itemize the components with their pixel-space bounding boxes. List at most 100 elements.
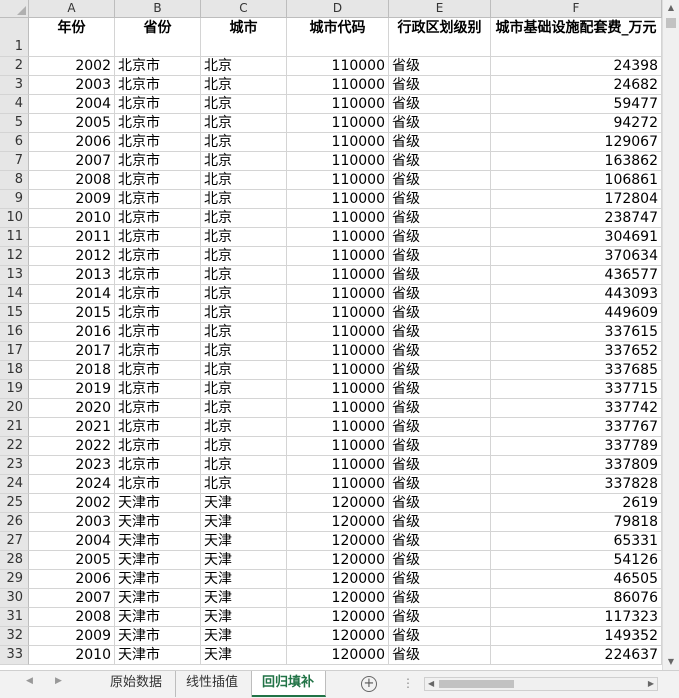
row-number[interactable]: 24 bbox=[0, 475, 29, 494]
cell[interactable]: 110000 bbox=[287, 342, 389, 361]
cell[interactable]: 省级 bbox=[389, 133, 491, 152]
cell[interactable]: 省级 bbox=[389, 57, 491, 76]
cell[interactable]: 2010 bbox=[29, 646, 115, 665]
row-number[interactable]: 22 bbox=[0, 437, 29, 456]
cell[interactable]: 2005 bbox=[29, 551, 115, 570]
cell[interactable]: 天津 bbox=[201, 608, 287, 627]
cell[interactable]: 北京 bbox=[201, 304, 287, 323]
cell[interactable]: 省级 bbox=[389, 494, 491, 513]
cell[interactable]: 北京 bbox=[201, 285, 287, 304]
cell[interactable]: 110000 bbox=[287, 399, 389, 418]
header-cell[interactable]: 年份 bbox=[29, 18, 115, 57]
cell[interactable]: 省级 bbox=[389, 551, 491, 570]
cell[interactable]: 北京市 bbox=[115, 475, 201, 494]
cell[interactable]: 省级 bbox=[389, 532, 491, 551]
row-number[interactable]: 12 bbox=[0, 247, 29, 266]
row-number[interactable]: 3 bbox=[0, 76, 29, 95]
cell[interactable]: 天津 bbox=[201, 646, 287, 665]
cell[interactable]: 北京 bbox=[201, 342, 287, 361]
cell[interactable]: 北京 bbox=[201, 190, 287, 209]
row-number[interactable]: 4 bbox=[0, 95, 29, 114]
cell[interactable]: 110000 bbox=[287, 418, 389, 437]
cell[interactable]: 北京市 bbox=[115, 95, 201, 114]
cell[interactable]: 59477 bbox=[491, 95, 662, 114]
cell[interactable]: 省级 bbox=[389, 152, 491, 171]
cell[interactable]: 337685 bbox=[491, 361, 662, 380]
cell[interactable]: 2011 bbox=[29, 228, 115, 247]
cell[interactable]: 北京 bbox=[201, 133, 287, 152]
cell[interactable]: 304691 bbox=[491, 228, 662, 247]
row-number[interactable]: 7 bbox=[0, 152, 29, 171]
cell[interactable]: 110000 bbox=[287, 380, 389, 399]
cell[interactable]: 2007 bbox=[29, 589, 115, 608]
cell[interactable]: 110000 bbox=[287, 171, 389, 190]
header-cell[interactable]: 城市 bbox=[201, 18, 287, 57]
vertical-scrollbar[interactable]: ▲ ▼ bbox=[662, 0, 679, 670]
cell[interactable]: 天津市 bbox=[115, 589, 201, 608]
row-number[interactable]: 2 bbox=[0, 57, 29, 76]
header-cell[interactable]: 省份 bbox=[115, 18, 201, 57]
cell[interactable]: 2023 bbox=[29, 456, 115, 475]
cell[interactable]: 北京市 bbox=[115, 171, 201, 190]
row-number[interactable]: 1 bbox=[0, 18, 29, 57]
row-number[interactable]: 33 bbox=[0, 646, 29, 665]
cell[interactable]: 省级 bbox=[389, 95, 491, 114]
cell[interactable]: 110000 bbox=[287, 266, 389, 285]
column-header-a[interactable]: A bbox=[29, 0, 115, 17]
cell[interactable]: 2013 bbox=[29, 266, 115, 285]
cell[interactable]: 110000 bbox=[287, 95, 389, 114]
cell[interactable]: 110000 bbox=[287, 190, 389, 209]
cell[interactable]: 省级 bbox=[389, 342, 491, 361]
cell[interactable]: 449609 bbox=[491, 304, 662, 323]
cell[interactable]: 天津 bbox=[201, 494, 287, 513]
cell[interactable]: 省级 bbox=[389, 304, 491, 323]
select-all-corner[interactable] bbox=[0, 0, 29, 17]
cell[interactable]: 北京 bbox=[201, 437, 287, 456]
row-number[interactable]: 9 bbox=[0, 190, 29, 209]
cell[interactable]: 2009 bbox=[29, 627, 115, 646]
cell[interactable]: 2002 bbox=[29, 494, 115, 513]
scroll-up-arrow-icon[interactable]: ▲ bbox=[663, 0, 679, 16]
cell[interactable]: 省级 bbox=[389, 646, 491, 665]
cell[interactable]: 2010 bbox=[29, 209, 115, 228]
cell[interactable]: 86076 bbox=[491, 589, 662, 608]
row-number[interactable]: 20 bbox=[0, 399, 29, 418]
cell[interactable]: 天津 bbox=[201, 570, 287, 589]
sheet-tab[interactable]: 回归填补 bbox=[252, 671, 326, 697]
row-number[interactable]: 5 bbox=[0, 114, 29, 133]
cell[interactable]: 天津市 bbox=[115, 627, 201, 646]
sheet-tab[interactable]: 原始数据 bbox=[100, 671, 176, 697]
cell[interactable]: 省级 bbox=[389, 475, 491, 494]
cell[interactable]: 2009 bbox=[29, 190, 115, 209]
cell[interactable]: 省级 bbox=[389, 608, 491, 627]
cell[interactable]: 443093 bbox=[491, 285, 662, 304]
row-number[interactable]: 6 bbox=[0, 133, 29, 152]
row-number[interactable]: 30 bbox=[0, 589, 29, 608]
cell[interactable]: 天津市 bbox=[115, 551, 201, 570]
cell[interactable]: 北京 bbox=[201, 247, 287, 266]
cell[interactable]: 省级 bbox=[389, 114, 491, 133]
cell[interactable]: 2020 bbox=[29, 399, 115, 418]
sheet-tab[interactable]: 线性插值 bbox=[176, 671, 252, 697]
cell[interactable]: 224637 bbox=[491, 646, 662, 665]
cell[interactable]: 110000 bbox=[287, 323, 389, 342]
scroll-down-arrow-icon[interactable]: ▼ bbox=[663, 654, 679, 670]
cell[interactable]: 天津 bbox=[201, 532, 287, 551]
cell[interactable]: 北京 bbox=[201, 57, 287, 76]
cell[interactable]: 2007 bbox=[29, 152, 115, 171]
cell[interactable]: 79818 bbox=[491, 513, 662, 532]
row-number[interactable]: 31 bbox=[0, 608, 29, 627]
row-number[interactable]: 14 bbox=[0, 285, 29, 304]
cell[interactable]: 2018 bbox=[29, 361, 115, 380]
cell[interactable]: 337809 bbox=[491, 456, 662, 475]
vertical-scroll-thumb[interactable] bbox=[666, 18, 676, 28]
cell[interactable]: 163862 bbox=[491, 152, 662, 171]
cell[interactable]: 110000 bbox=[287, 76, 389, 95]
row-number[interactable]: 32 bbox=[0, 627, 29, 646]
cell[interactable]: 2017 bbox=[29, 342, 115, 361]
cell[interactable]: 北京 bbox=[201, 209, 287, 228]
cell[interactable]: 2012 bbox=[29, 247, 115, 266]
cell[interactable]: 天津市 bbox=[115, 494, 201, 513]
cell[interactable]: 省级 bbox=[389, 171, 491, 190]
cell[interactable]: 120000 bbox=[287, 532, 389, 551]
